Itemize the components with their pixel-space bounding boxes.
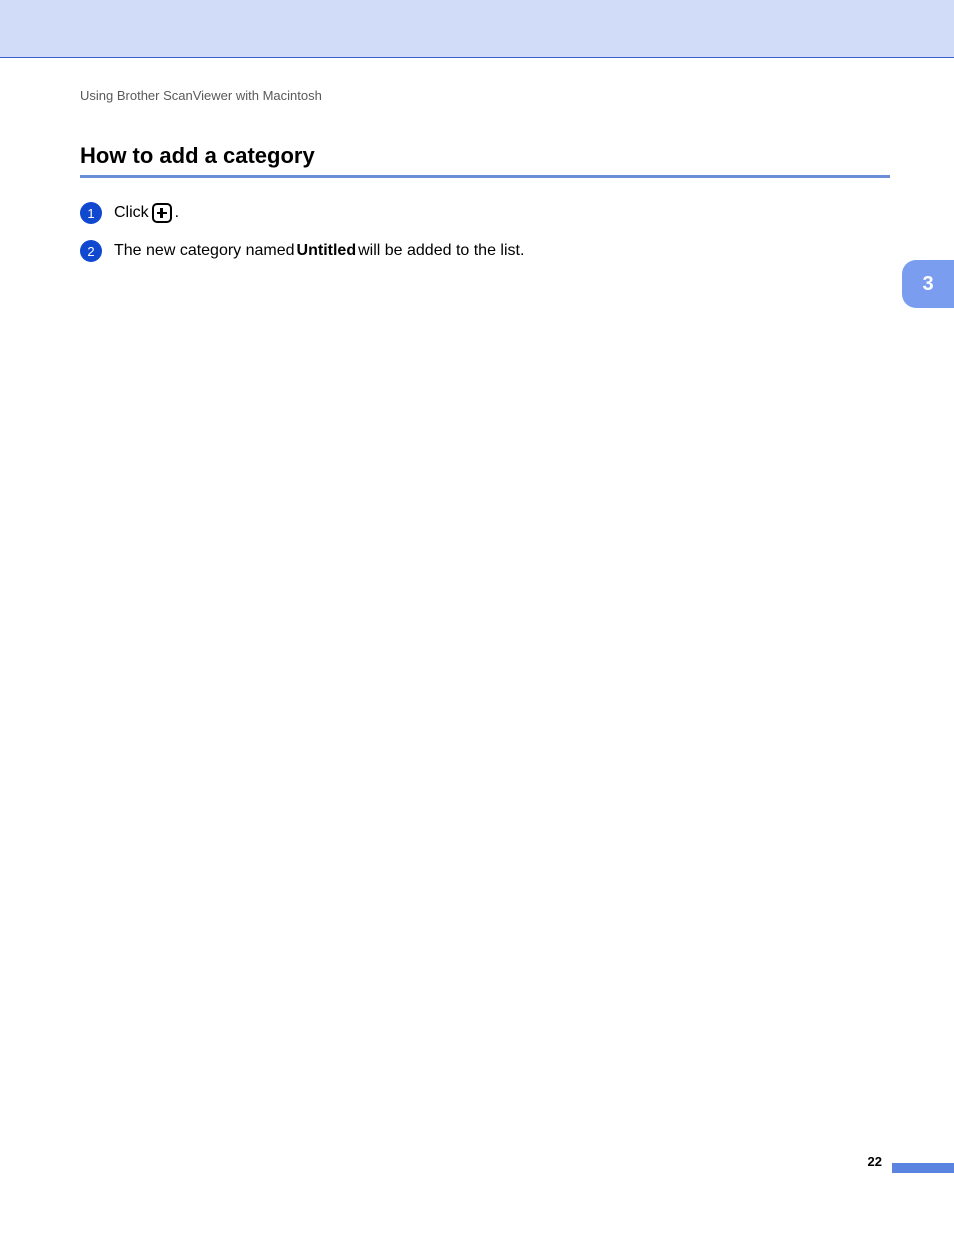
step-2-after: will be added to the list. <box>358 242 524 260</box>
step-1-text: Click . <box>114 203 179 223</box>
step-1: 1 Click . <box>80 202 890 224</box>
page-number: 22 <box>868 1154 882 1169</box>
breadcrumb: Using Brother ScanViewer with Macintosh <box>80 88 890 103</box>
plus-icon <box>152 203 172 223</box>
section-title: How to add a category <box>80 143 890 169</box>
title-underline <box>80 175 890 178</box>
page-content: Using Brother ScanViewer with Macintosh … <box>0 58 954 262</box>
step-2: 2 The new category named Untitled will b… <box>80 240 890 262</box>
step-bullet-1: 1 <box>80 202 102 224</box>
step-1-before: Click <box>114 204 149 222</box>
step-bullet-2: 2 <box>80 240 102 262</box>
step-2-before: The new category named <box>114 242 295 260</box>
footer-accent-bar <box>892 1163 954 1173</box>
header-band <box>0 0 954 58</box>
step-1-after: . <box>175 204 179 222</box>
chapter-tab[interactable]: 3 <box>902 260 954 308</box>
step-2-text: The new category named Untitled will be … <box>114 242 524 260</box>
step-2-bold: Untitled <box>297 242 357 260</box>
